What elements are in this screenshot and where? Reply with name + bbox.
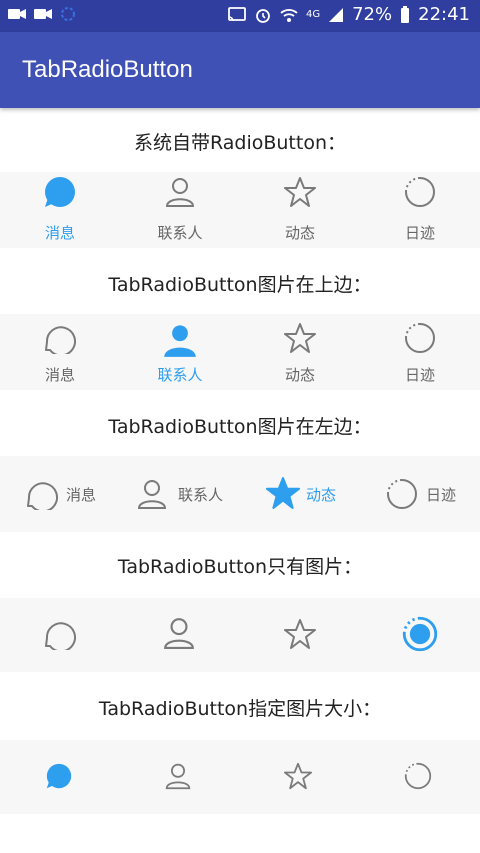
app-bar: TabRadioButton — [0, 32, 480, 108]
tab-label: 日迹 — [426, 486, 457, 504]
tab-label: 动态 — [284, 366, 315, 384]
tab-label: 消息 — [66, 486, 97, 504]
circle-loading-icon — [405, 177, 435, 207]
tab-message[interactable]: 消息 — [0, 456, 120, 532]
section-title-image-size: TabRadioButton指定图片大小： — [98, 698, 382, 720]
tab-dynamic[interactable] — [240, 598, 360, 672]
message-icon — [27, 482, 58, 510]
tab-message[interactable]: 消息 — [0, 314, 120, 390]
status-bar: 4G 72% 22:41 — [0, 0, 480, 32]
star-icon — [284, 762, 312, 790]
cast-icon — [228, 6, 246, 21]
network-type: 4G — [305, 9, 321, 20]
tab-label: 消息 — [44, 366, 75, 384]
tab-label: 日迹 — [404, 224, 435, 242]
contact-icon — [164, 325, 196, 357]
star-icon — [284, 323, 316, 353]
battery-icon — [401, 5, 410, 23]
signal-icon — [329, 7, 344, 22]
tab-message[interactable] — [0, 740, 120, 814]
tabbar-top-image: 消息 联系人 动态 日迹 — [0, 314, 480, 390]
video-icon — [34, 9, 52, 19]
wifi-icon — [280, 8, 298, 22]
tab-label: 联系人 — [157, 224, 203, 242]
tabbar-image-size — [0, 740, 480, 814]
tab-label: 动态 — [284, 224, 315, 242]
tab-trace[interactable]: 日迹 — [360, 172, 480, 248]
contact-icon — [165, 178, 195, 207]
tab-contact[interactable]: 联系人 — [120, 456, 240, 532]
tab-trace[interactable]: 日迹 — [360, 456, 480, 532]
status-left-icons — [8, 6, 76, 22]
tab-label: 联系人 — [157, 366, 203, 384]
video-icon — [8, 9, 26, 19]
section-title-image-only: TabRadioButton只有图片： — [117, 556, 363, 578]
contact-icon — [137, 480, 167, 509]
sync-icon — [61, 7, 75, 21]
star-icon — [284, 177, 316, 207]
battery-percent: 72% — [352, 4, 393, 25]
app-title: TabRadioButton — [22, 56, 193, 83]
tab-trace[interactable] — [360, 740, 480, 814]
alarm-icon — [256, 8, 270, 23]
circle-loading-icon — [387, 479, 417, 509]
tab-dynamic[interactable]: 动态 — [240, 456, 360, 532]
status-right-icons: 4G 72% 22:41 — [228, 4, 470, 25]
contact-icon — [164, 618, 194, 649]
tab-message[interactable]: 消息 — [0, 172, 120, 248]
tabbar-image-only — [0, 598, 480, 672]
tab-contact[interactable]: 联系人 — [120, 314, 240, 390]
circle-loading-icon — [404, 762, 432, 790]
contact-icon — [165, 763, 191, 790]
tab-dynamic[interactable]: 动态 — [240, 172, 360, 248]
tab-label: 日迹 — [404, 366, 435, 384]
tabbar-system: 消息 联系人 动态 日迹 — [0, 172, 480, 248]
section-title-top-image: TabRadioButton图片在上边： — [108, 274, 372, 296]
tab-contact[interactable] — [120, 598, 240, 672]
tab-message[interactable] — [0, 598, 120, 672]
message-icon — [45, 177, 75, 207]
tab-contact[interactable]: 联系人 — [120, 172, 240, 248]
section-title-left-image: TabRadioButton图片在左边： — [108, 416, 372, 438]
tab-dynamic[interactable] — [240, 740, 360, 814]
section-title-system: 系统自带RadioButton： — [133, 132, 347, 154]
tab-dynamic[interactable]: 动态 — [240, 314, 360, 390]
tabbar-left-image: 消息 联系人 动态 日迹 — [0, 456, 480, 532]
message-icon — [45, 622, 76, 650]
star-icon — [266, 477, 300, 509]
star-icon — [284, 619, 316, 649]
clock: 22:41 — [418, 4, 470, 25]
tab-trace[interactable]: 日迹 — [360, 314, 480, 390]
circle-loading-icon — [405, 323, 435, 353]
tab-trace[interactable] — [360, 598, 480, 672]
circle-loading-icon — [402, 616, 438, 652]
message-icon — [45, 326, 76, 354]
message-icon — [46, 763, 72, 789]
tab-label: 动态 — [306, 486, 337, 504]
tab-contact[interactable] — [120, 740, 240, 814]
tab-label: 联系人 — [178, 486, 224, 504]
tab-label: 消息 — [44, 224, 75, 242]
